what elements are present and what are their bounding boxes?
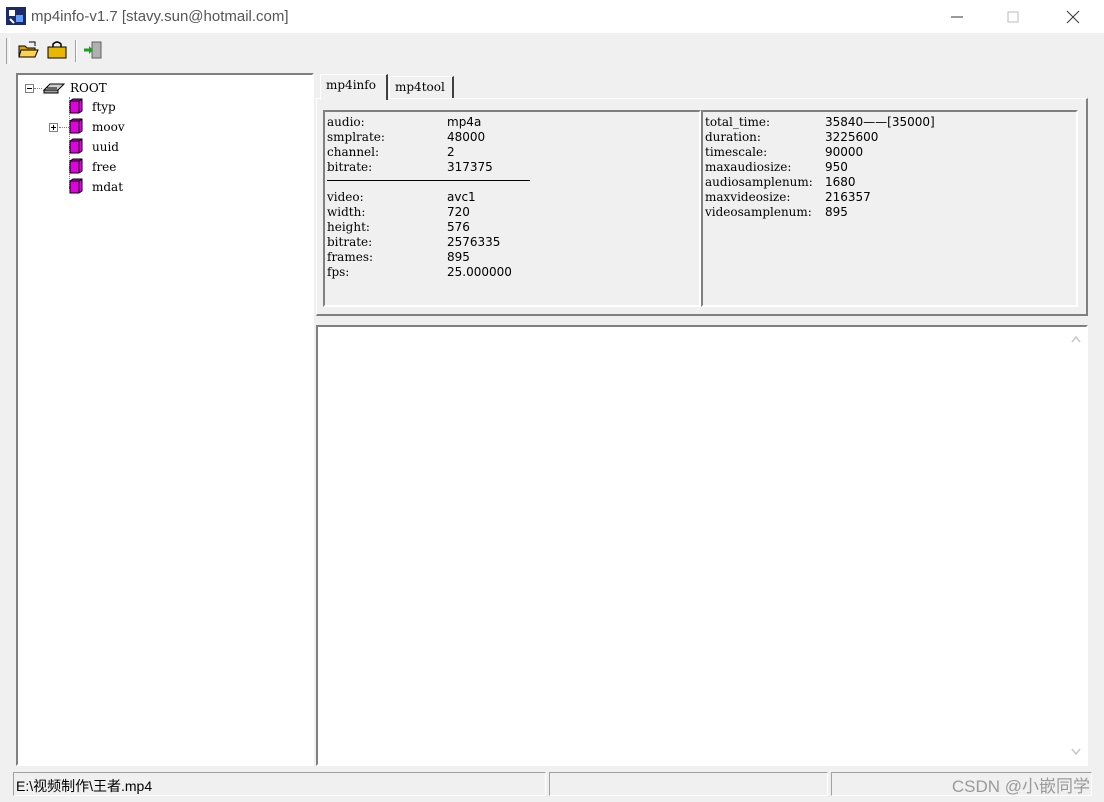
info-row-video-bitrate: bitrate: 2576335 xyxy=(327,235,501,249)
open-file-button[interactable] xyxy=(17,40,41,62)
tree-item-label: mdat xyxy=(92,180,124,194)
info-row-videosamplenum: videosamplenum: 895 xyxy=(705,205,848,219)
atom-box-icon xyxy=(69,118,83,134)
media-info-panel: audio: mp4a smplrate: 48000 channel: 2 bitr… xyxy=(323,110,701,307)
info-row-width: width: 720 xyxy=(327,205,470,219)
tree-root[interactable]: ROOT xyxy=(42,79,107,97)
close-file-button[interactable] xyxy=(46,40,70,62)
maximize-icon xyxy=(1007,11,1019,23)
info-row-audiosamplenum: audiosamplenum: 1680 xyxy=(705,175,856,189)
tree-item-ftyp[interactable]: ftyp xyxy=(88,98,116,116)
info-row-channel: channel: 2 xyxy=(327,145,455,159)
folder-open-icon xyxy=(18,41,39,58)
exit-door-icon xyxy=(84,41,102,59)
info-row-duration: duration: 3225600 xyxy=(705,130,879,144)
tree-item-label: ftyp xyxy=(92,100,116,114)
drive-icon xyxy=(42,83,66,94)
tree-item-free[interactable]: free xyxy=(88,158,116,176)
timing-info-panel: total_time: 35840——[35000] duration: 32256… xyxy=(701,110,1078,307)
tree-root-label: ROOT xyxy=(70,81,107,95)
info-row-smplrate: smplrate: 48000 xyxy=(327,130,486,144)
tree-item-mdat[interactable]: mdat xyxy=(88,178,123,196)
info-row-total-time: total_time: 35840——[35000] xyxy=(705,115,935,129)
exit-button[interactable] xyxy=(82,40,106,62)
scroll-up-icon[interactable] xyxy=(1071,335,1081,343)
title-bar: mp4info-v1.7 [stavy.sun@hotmail.com] xyxy=(0,0,1104,33)
root-collapse-toggle[interactable] xyxy=(25,84,34,93)
info-row-frames: frames: 895 xyxy=(327,250,470,264)
output-text-area[interactable] xyxy=(316,325,1088,766)
info-row-audio-bitrate: bitrate: 317375 xyxy=(327,160,493,174)
tab-mp4info[interactable]: mp4info xyxy=(320,74,388,100)
status-pane-2 xyxy=(549,772,828,796)
tree-connector xyxy=(34,88,42,89)
info-row-timescale: timescale: 90000 xyxy=(705,145,864,159)
info-row-fps: fps: 25.000000 xyxy=(327,265,512,279)
toolbar-grip xyxy=(6,38,10,64)
atom-box-icon xyxy=(69,98,83,114)
tab-label: mp4tool xyxy=(395,80,445,94)
app-icon xyxy=(6,7,26,25)
atom-box-icon xyxy=(69,158,83,174)
window-title: mp4info-v1.7 [stavy.sun@hotmail.com] xyxy=(31,8,289,25)
tree-item-label: free xyxy=(92,160,117,174)
minimize-button[interactable] xyxy=(934,0,980,33)
atom-tree[interactable]: ROOT ftyp moov uuid free mdat xyxy=(16,73,314,766)
info-row-height: height: 576 xyxy=(327,220,470,234)
tab-mp4tool[interactable]: mp4tool xyxy=(389,76,454,98)
maximize-button[interactable] xyxy=(990,0,1036,33)
info-row-maxaudiosize: maxaudiosize: 950 xyxy=(705,160,848,174)
scroll-down-icon[interactable] xyxy=(1071,748,1081,756)
toolbar-separator xyxy=(75,40,77,62)
watermark: CSDN @小嵌同学 xyxy=(951,777,1090,796)
divider xyxy=(327,180,530,181)
folder-lock-icon xyxy=(47,41,67,59)
atom-box-icon xyxy=(69,138,83,154)
tab-label: mp4info xyxy=(326,78,376,92)
info-row-audio: audio: mp4a xyxy=(327,115,482,129)
close-icon xyxy=(1066,10,1080,24)
tree-item-uuid[interactable]: uuid xyxy=(88,138,119,156)
toolbar xyxy=(0,34,1104,68)
close-button[interactable] xyxy=(1050,0,1096,33)
info-row-video: video: avc1 xyxy=(327,190,476,204)
atom-box-icon xyxy=(69,178,83,194)
status-file-path: E:\视频制作\王者.mp4 xyxy=(13,772,546,796)
tree-item-moov[interactable]: moov xyxy=(88,118,125,136)
tree-item-label: uuid xyxy=(92,140,119,154)
info-row-maxvideosize: maxvideosize: 216357 xyxy=(705,190,871,204)
minimize-icon xyxy=(951,16,963,18)
tree-item-label: moov xyxy=(92,120,125,134)
moov-expand-toggle[interactable] xyxy=(49,123,58,132)
